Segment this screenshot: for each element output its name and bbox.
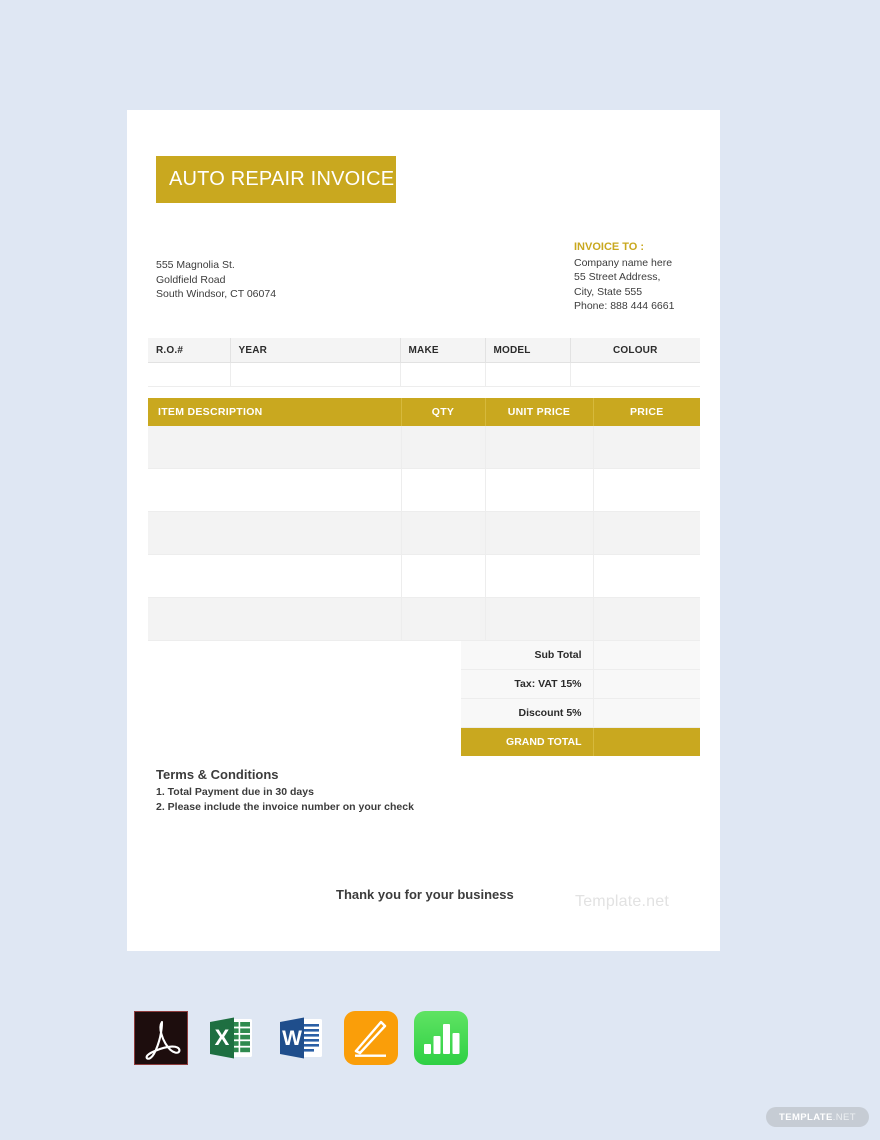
item-cell-description[interactable] <box>148 597 402 641</box>
pdf-icon[interactable] <box>134 1011 188 1065</box>
item-cell-price[interactable] <box>593 597 700 641</box>
sender-address-block: 555 Magnolia St. Goldfield Road South Wi… <box>156 258 276 302</box>
invoice-sheet: AUTO REPAIR INVOICE 555 Magnolia St. Gol… <box>127 110 720 951</box>
badge-tld-text: .NET <box>832 1111 856 1123</box>
vehicle-header-make: MAKE <box>400 338 486 363</box>
item-cell-unit-price[interactable] <box>485 554 594 598</box>
vehicle-cell-colour[interactable] <box>570 362 700 387</box>
sender-address-line-2: Goldfield Road <box>156 273 226 286</box>
apple-numbers-icon[interactable] <box>414 1011 468 1065</box>
vehicle-cell-make[interactable] <box>400 362 486 387</box>
page-title: AUTO REPAIR INVOICE <box>169 168 395 190</box>
item-cell-unit-price[interactable] <box>485 426 594 469</box>
table-row <box>148 511 700 555</box>
item-cell-price[interactable] <box>593 426 700 469</box>
item-cell-description[interactable] <box>148 426 402 469</box>
vehicle-table-header-row: R.O.# YEAR MAKE MODEL COLOUR <box>148 338 700 363</box>
template-net-badge[interactable]: TEMPLATE .NET <box>766 1107 869 1127</box>
item-cell-price[interactable] <box>593 468 700 512</box>
vehicle-header-year: YEAR <box>230 338 401 363</box>
item-cell-unit-price[interactable] <box>485 511 594 555</box>
terms-line-1: 1. Total Payment due in 30 days <box>156 786 314 798</box>
vehicle-header-model: MODEL <box>485 338 571 363</box>
vehicle-header-ro-number: R.O.# <box>148 338 231 363</box>
vehicle-table-row <box>148 362 700 387</box>
vehicle-cell-model[interactable] <box>485 362 571 387</box>
svg-text:X: X <box>215 1025 230 1050</box>
grand-total-value[interactable] <box>593 727 700 756</box>
thank-you-message: Thank you for your business <box>336 887 514 902</box>
apple-pages-icon[interactable] <box>344 1011 398 1065</box>
sender-address-line-3: South Windsor, CT 06074 <box>156 288 277 300</box>
item-cell-unit-price[interactable] <box>485 597 594 641</box>
item-cell-description[interactable] <box>148 511 402 555</box>
terms-heading: Terms & Conditions <box>156 767 279 782</box>
totals-table: Sub Total Tax: VAT 15% Discount 5% GRAND… <box>461 641 700 756</box>
sub-total-label: Sub Total <box>461 641 594 670</box>
totals-row-grand-total: GRAND TOTAL <box>461 727 700 756</box>
sender-address-line-1: 555 Magnolia St. <box>156 259 235 271</box>
vehicle-header-colour: COLOUR <box>570 338 700 363</box>
item-cell-price[interactable] <box>593 554 700 598</box>
item-cell-qty[interactable] <box>401 468 486 512</box>
table-row <box>148 554 700 598</box>
totals-row-tax: Tax: VAT 15% <box>461 669 700 699</box>
recipient-phone: Phone: 888 444 6661 <box>574 300 675 312</box>
invoice-to-label: INVOICE TO : <box>574 241 645 253</box>
recipient-address-line-2: City, State 555 <box>574 285 643 298</box>
items-header-price: PRICE <box>593 398 700 426</box>
item-cell-qty[interactable] <box>401 554 486 598</box>
item-cell-description[interactable] <box>148 554 402 598</box>
vehicle-cell-year[interactable] <box>230 362 401 387</box>
item-cell-description[interactable] <box>148 468 402 512</box>
line-items-table: ITEM DESCRIPTION QTY UNIT PRICE PRICE <box>148 398 700 641</box>
format-icons-row: X W <box>134 1011 468 1065</box>
vehicle-info-table: R.O.# YEAR MAKE MODEL COLOUR <box>148 338 700 387</box>
recipient-company-name: Company name here <box>574 256 673 269</box>
grand-total-label: GRAND TOTAL <box>461 727 594 756</box>
recipient-address-block: INVOICE TO : Company name here 55 Street… <box>574 240 674 314</box>
tax-value[interactable] <box>593 669 700 699</box>
item-cell-qty[interactable] <box>401 426 486 469</box>
tax-label: Tax: VAT 15% <box>461 669 594 699</box>
svg-text:W: W <box>282 1027 302 1050</box>
table-row <box>148 426 700 469</box>
item-cell-price[interactable] <box>593 511 700 555</box>
table-row <box>148 468 700 512</box>
items-header-unit-price: UNIT PRICE <box>485 398 594 426</box>
items-header-qty: QTY <box>401 398 486 426</box>
sub-total-value[interactable] <box>593 641 700 670</box>
items-table-header-row: ITEM DESCRIPTION QTY UNIT PRICE PRICE <box>148 398 700 426</box>
table-row <box>148 597 700 641</box>
items-header-description: ITEM DESCRIPTION <box>148 398 402 426</box>
terms-and-conditions: Terms & Conditions 1. Total Payment due … <box>156 767 414 815</box>
sheet-watermark: Template.net <box>575 893 670 910</box>
totals-row-discount: Discount 5% <box>461 698 700 728</box>
vehicle-cell-ro-number[interactable] <box>148 362 231 387</box>
item-cell-qty[interactable] <box>401 511 486 555</box>
excel-icon[interactable]: X <box>204 1011 258 1065</box>
badge-main-text: TEMPLATE <box>779 1111 833 1123</box>
invoice-title-banner: AUTO REPAIR INVOICE <box>156 156 396 203</box>
totals-row-sub-total: Sub Total <box>461 641 700 670</box>
terms-line-2: 2. Please include the invoice number on … <box>156 801 414 813</box>
item-cell-unit-price[interactable] <box>485 468 594 512</box>
recipient-address-line-1: 55 Street Address, <box>574 271 661 283</box>
discount-value[interactable] <box>593 698 700 728</box>
discount-label: Discount 5% <box>461 698 594 728</box>
item-cell-qty[interactable] <box>401 597 486 641</box>
word-icon[interactable]: W <box>274 1011 328 1065</box>
